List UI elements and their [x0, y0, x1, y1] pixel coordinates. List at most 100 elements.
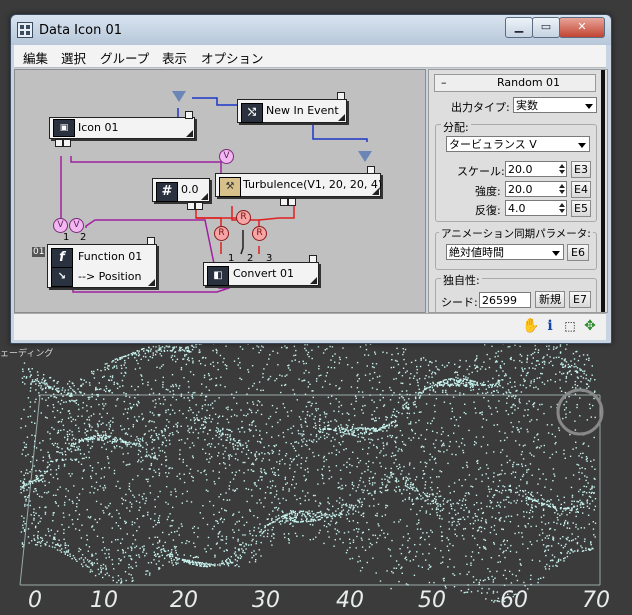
panel-scrollbar[interactable] — [601, 70, 605, 312]
node-new-in-event[interactable]: ⤭ New In Event — [237, 99, 347, 123]
close-button[interactable]: ✕ — [559, 17, 605, 38]
rollout-header[interactable]: – Random 01 — [434, 74, 596, 92]
vector-input-icon: V — [53, 218, 68, 233]
node-turbulence-label: Turbulence(V1, 20, 20, 4) — [243, 178, 383, 191]
window-title: Data Icon 01 — [39, 23, 123, 38]
event-node-icon: ⤭ — [241, 103, 263, 123]
e5-button[interactable]: E5 — [571, 200, 591, 217]
e7-button[interactable]: E7 — [569, 291, 591, 308]
chevron-down-icon — [578, 143, 586, 148]
output-type-label: 出力タイプ: — [451, 101, 510, 114]
menu-view[interactable]: 表示 — [162, 48, 187, 67]
node-new-event-label: New In Event — [266, 104, 339, 117]
info-icon[interactable]: i — [542, 318, 558, 334]
output-type-value: 実数 — [516, 99, 538, 112]
seed-label: シード: — [441, 296, 478, 309]
port[interactable] — [280, 198, 288, 206]
port-number: 2 — [80, 232, 87, 243]
node-turbulence[interactable]: ⚒ Turbulence(V1, 20, 20, 4) — [215, 173, 383, 197]
random-op-icon: R — [236, 210, 251, 225]
hash-icon: # — [156, 182, 178, 202]
unique-label: 独自性: — [441, 272, 482, 288]
convert-node-icon: ◧ — [207, 266, 229, 286]
axis-number: 0 — [28, 588, 42, 613]
port[interactable] — [185, 111, 193, 119]
menu-select[interactable]: 選択 — [61, 48, 86, 67]
distribution-select[interactable]: タービュランス V — [446, 136, 590, 152]
scale-label: スケール: — [457, 165, 505, 178]
seed-value: 26599 — [482, 294, 517, 307]
node-function[interactable]: f ↘ Function 01 --> Position — [47, 244, 157, 288]
port[interactable] — [55, 139, 63, 147]
particle-view-window: Data Icon 01 ▁ ▭ ✕ 編集 選択 グループ 表示 オプション ▣… — [10, 14, 612, 344]
node-graph-canvas[interactable]: ▣ Icon 01 ⤭ New In Event V ⚒ Turbulence(… — [14, 69, 426, 313]
port[interactable] — [337, 92, 345, 100]
axis-number: 60 — [500, 588, 528, 613]
node-icon[interactable]: ▣ Icon 01 — [49, 117, 195, 139]
chevron-down-icon — [585, 104, 593, 109]
vector-input-icon: V — [69, 218, 84, 233]
event-trigger-icon — [172, 91, 186, 102]
node-scalar-value: 0.0 — [181, 183, 199, 196]
strength-value: 20.0 — [508, 183, 533, 196]
menu-group[interactable]: グループ — [100, 48, 149, 67]
distribution-value: タービュランス V — [449, 138, 537, 151]
iteration-value: 4.0 — [508, 202, 526, 215]
node-convert[interactable]: ◧ Convert 01 — [203, 262, 319, 286]
port[interactable] — [63, 139, 71, 147]
node-scalar[interactable]: # 0.0 — [152, 178, 210, 202]
animation-sync-value: 絶対値時間 — [449, 246, 504, 259]
axis-number: 70 — [582, 588, 610, 613]
scale-spinner[interactable]: 20.0 — [505, 161, 567, 177]
strength-spinner[interactable]: 20.0 — [505, 181, 567, 197]
collapse-icon: – — [441, 76, 447, 89]
port[interactable] — [187, 202, 195, 210]
e4-button[interactable]: E4 — [571, 181, 591, 198]
function-icon: f — [51, 248, 73, 268]
status-bar: ✋ i ⬚ ✥ — [14, 313, 606, 340]
seed-field[interactable]: 26599 — [479, 292, 531, 308]
port[interactable] — [367, 166, 375, 174]
new-seed-button[interactable]: 新規 — [535, 291, 565, 308]
strength-label: 強度: — [475, 185, 501, 198]
axis-number: 50 — [418, 588, 446, 613]
random-op-icon: R — [214, 226, 229, 241]
animation-sync-label: アニメーション同期パラメータ: — [439, 226, 593, 241]
e3-button[interactable]: E3 — [571, 161, 591, 178]
port[interactable] — [147, 237, 155, 245]
axis-number: 30 — [252, 588, 280, 613]
viewport-label: ェーディング — [0, 349, 54, 359]
node-function-target: --> Position — [78, 270, 142, 283]
icon-node-icon: ▣ — [53, 119, 75, 137]
output-arrow-icon: ↘ — [51, 267, 73, 287]
parameters-panel: – Random 01 出力タイプ: 実数 分配: タービュランス V スケール… — [428, 69, 608, 313]
minimize-button[interactable]: ▁ — [505, 17, 533, 38]
menu-edit[interactable]: 編集 — [23, 48, 48, 67]
port[interactable] — [195, 202, 203, 210]
menu-options[interactable]: オプション — [201, 48, 264, 67]
node-convert-label: Convert 01 — [233, 267, 294, 280]
output-type-select[interactable]: 実数 — [513, 97, 597, 113]
chevron-down-icon — [552, 251, 560, 256]
function-index: 01 — [32, 247, 46, 257]
title-bar[interactable]: Data Icon 01 ▁ ▭ ✕ — [11, 15, 611, 45]
vector-input-icon: V — [219, 149, 234, 164]
port-number: 1 — [63, 232, 70, 243]
port[interactable] — [288, 198, 296, 206]
menu-bar: 編集 選択 グループ 表示 オプション — [14, 45, 606, 68]
animation-sync-select[interactable]: 絶対値時間 — [446, 244, 564, 260]
event-trigger-icon — [358, 151, 372, 162]
hand-icon[interactable]: ✋ — [522, 318, 539, 334]
node-function-label: Function 01 — [78, 250, 143, 263]
move-arrows-icon[interactable]: ✥ — [582, 318, 598, 334]
distribution-label: 分配: — [441, 119, 471, 135]
node-icon-label: Icon 01 — [78, 121, 119, 134]
rollout-title: Random 01 — [497, 76, 561, 89]
scale-value: 20.0 — [508, 163, 533, 176]
iteration-spinner[interactable]: 4.0 — [505, 200, 567, 216]
e6-button[interactable]: E6 — [567, 244, 589, 261]
region-select-icon[interactable]: ⬚ — [562, 318, 578, 334]
axis-number: 10 — [90, 588, 118, 613]
maximize-button[interactable]: ▭ — [532, 17, 560, 38]
port[interactable] — [309, 255, 317, 263]
